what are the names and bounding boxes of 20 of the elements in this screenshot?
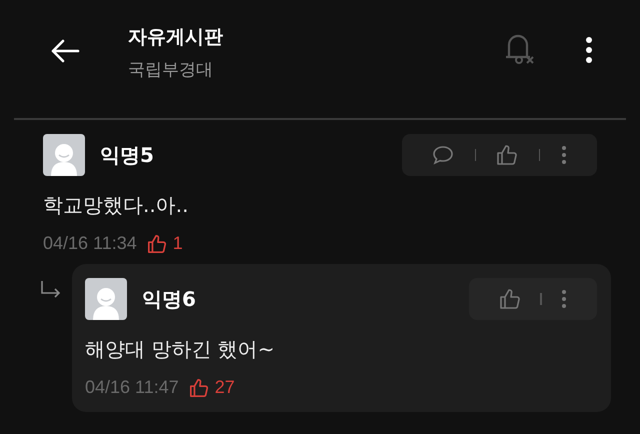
like-count: 27 [214,377,235,398]
thumbs-up-icon[interactable] [496,144,518,166]
thumbs-up-icon [188,378,209,398]
avatar-icon [85,278,127,320]
board-title: 자유게시판 [128,24,224,50]
thumbs-up-icon[interactable] [498,288,521,310]
author-name: 익명6 [142,286,197,312]
comment-text: 해양대 망하긴 했어~ [85,336,276,363]
like-count: 1 [172,233,183,254]
school-name: 국립부경대 [128,58,214,80]
author-name: 익명5 [100,142,155,168]
back-icon[interactable] [50,39,80,63]
reply-arrow-icon [40,280,62,300]
thumbs-up-icon [146,234,167,254]
avatar-icon [43,134,85,176]
comment-icon[interactable] [432,145,454,165]
more-icon[interactable] [585,36,593,64]
comment-time: 04/16 11:34 [43,233,137,254]
comment-time: 04/16 11:47 [85,377,179,398]
comment-text: 학교망했다..아.. [43,192,190,219]
